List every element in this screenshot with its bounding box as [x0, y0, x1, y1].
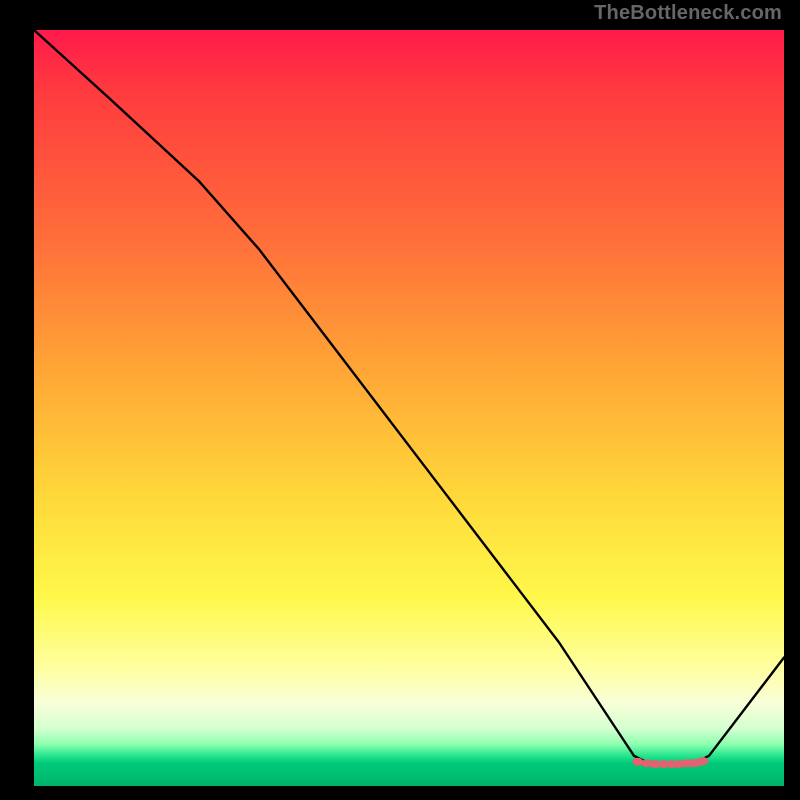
- bottleneck-curve-line: [34, 30, 784, 763]
- optimal-marker: [698, 757, 709, 765]
- chart-container: TheBottleneck.com: [0, 0, 800, 800]
- optimal-band-markers: [632, 757, 708, 768]
- watermark-text: TheBottleneck.com: [594, 2, 782, 25]
- plot-area: [34, 30, 784, 786]
- chart-svg: [34, 30, 784, 786]
